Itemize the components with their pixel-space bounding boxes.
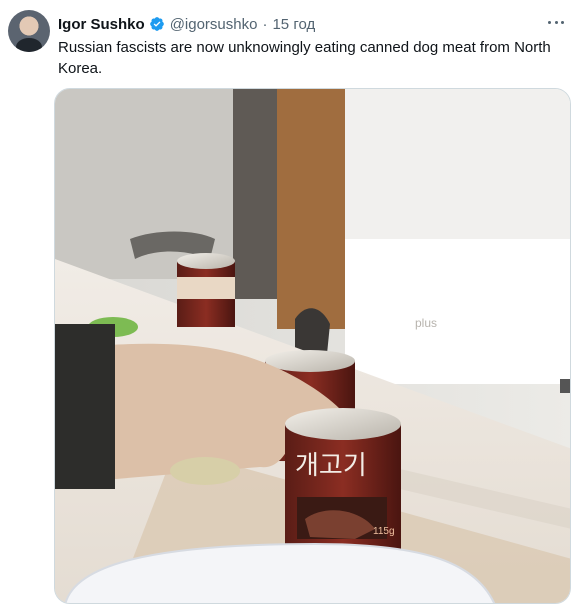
author-name[interactable]: Igor Sushko	[58, 16, 145, 33]
avatar[interactable]	[8, 10, 50, 52]
tweet-media-video[interactable]: 개고기 115g plus	[54, 88, 571, 604]
can-label: 개고기	[295, 451, 367, 481]
separator-dot: ·	[262, 15, 268, 33]
video-watermark: plus	[415, 316, 437, 330]
tweet-header: Igor Sushko @igorsushko · 15 год	[58, 14, 568, 34]
more-options-icon[interactable]	[544, 12, 568, 32]
sleeve	[55, 324, 115, 489]
front-can: 개고기 115g	[285, 408, 401, 550]
tweet-text: Russian fascists are now unknowingly eat…	[58, 39, 551, 77]
verified-badge-icon	[149, 17, 164, 31]
author-handle[interactable]: @igorsushko	[170, 16, 258, 33]
video-frame: 개고기 115g plus	[55, 89, 570, 603]
can-weight: 115g	[373, 526, 395, 537]
back-can	[177, 253, 235, 327]
tweet-time[interactable]: 15 год	[272, 16, 315, 33]
